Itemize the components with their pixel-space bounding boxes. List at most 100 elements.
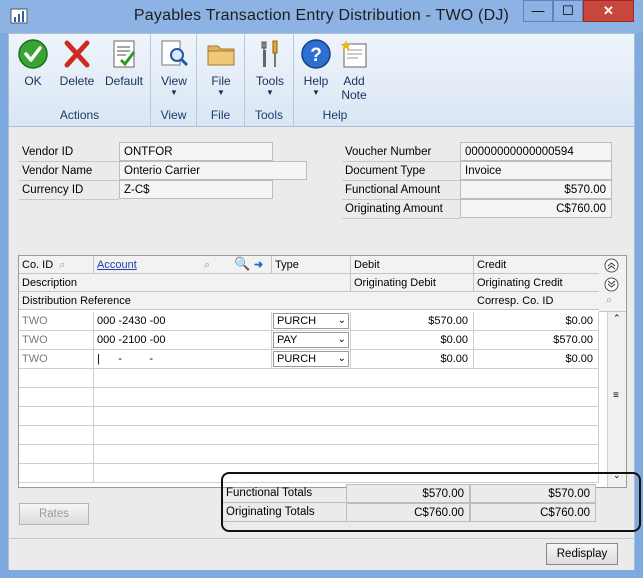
empty-row-cell[interactable] <box>94 388 599 407</box>
currency-id-field[interactable]: Z-C$ <box>119 180 273 199</box>
delete-label: Delete <box>59 74 95 88</box>
col-header-credit: Credit <box>474 256 599 274</box>
check-icon <box>18 39 48 69</box>
empty-row-cell[interactable] <box>19 464 94 483</box>
empty-row-cell[interactable] <box>94 426 599 445</box>
functional-amount-field: $570.00 <box>460 180 612 199</box>
voucher-number-label: Voucher Number <box>342 143 460 162</box>
view-dropdown-arrow-icon: ▼ <box>170 88 178 97</box>
ribbon-toolbar: OK Delete Default Actions View ▼ View Fi… <box>8 33 635 127</box>
row1-debit[interactable]: $570.00 <box>351 312 474 331</box>
file-button[interactable]: File ▼ <box>203 38 239 98</box>
col-header-orig-debit: Originating Debit <box>351 274 474 292</box>
currency-id-label: Currency ID <box>19 181 119 200</box>
row1-type-select[interactable]: PURCH ⌄ <box>272 312 351 331</box>
document-type-field[interactable]: Invoice <box>460 161 612 180</box>
empty-row-cell[interactable] <box>94 445 599 464</box>
row1-account[interactable]: 000 -2430 -00 <box>94 312 272 331</box>
empty-row-cell[interactable] <box>94 369 599 388</box>
col-header-corresp-co: Corresp. Co. ID <box>474 292 599 310</box>
rates-button[interactable]: Rates <box>19 503 89 525</box>
empty-row-cell[interactable] <box>94 407 599 426</box>
row2-type-select[interactable]: PAY ⌄ <box>272 331 351 350</box>
delete-x-icon <box>64 40 90 68</box>
redisplay-button[interactable]: Redisplay <box>546 543 618 565</box>
ribbon-group-label-actions: Actions <box>59 108 100 122</box>
functional-amount-label: Functional Amount <box>342 181 460 200</box>
row2-account[interactable]: 000 -2100 -00 <box>94 331 272 350</box>
help-label: Help <box>303 74 329 88</box>
scroll-up-icon[interactable]: ⌃ <box>613 313 621 324</box>
window-frame: Payables Transaction Entry Distribution … <box>0 0 643 578</box>
dropdown-arrow-icon: ⌄ <box>337 334 346 345</box>
delete-button[interactable]: Delete <box>57 38 97 88</box>
corresp-lookup-icon[interactable]: ⌕ <box>606 294 612 307</box>
help-button[interactable]: ? Help ▼ <box>299 38 333 98</box>
row3-account[interactable]: | - - <box>94 350 272 369</box>
vendor-id-label: Vendor ID <box>19 143 119 162</box>
account-expand-arrow-icon[interactable]: ➜ <box>254 256 263 274</box>
row3-credit[interactable]: $0.00 <box>474 350 599 369</box>
row3-type-select[interactable]: PURCH ⌄ <box>272 350 351 369</box>
minimize-button[interactable]: — <box>523 0 553 22</box>
col-header-type: Type <box>272 256 351 274</box>
close-button[interactable]: ✕ <box>583 0 634 22</box>
file-dropdown-arrow-icon: ▼ <box>217 88 225 97</box>
row2-debit[interactable]: $0.00 <box>351 331 474 350</box>
add-note-label: Add Note <box>341 74 367 102</box>
account-lookup-icon[interactable]: ⌕ <box>204 256 210 274</box>
document-type-label: Document Type <box>342 162 460 181</box>
row2-co-id[interactable]: TWO <box>19 331 94 350</box>
row1-co-id[interactable]: TWO <box>19 312 94 331</box>
row2-credit[interactable]: $570.00 <box>474 331 599 350</box>
default-label: Default <box>104 74 144 88</box>
view-label: View <box>161 74 187 88</box>
default-button[interactable]: Default <box>102 38 146 88</box>
help-dropdown-arrow-icon: ▼ <box>312 88 320 97</box>
vendor-name-field[interactable]: Onterio Carrier <box>119 161 307 180</box>
ribbon-group-label-tools: Tools <box>254 108 283 122</box>
tools-icon <box>261 40 278 67</box>
ok-button[interactable]: OK <box>15 38 51 88</box>
ribbon-group-label-view: View <box>160 108 187 122</box>
magnify-document-icon <box>161 40 189 67</box>
row3-co-id[interactable]: TWO <box>19 350 94 369</box>
scroll-thumb-icon[interactable]: ≡ <box>613 390 619 401</box>
ok-label: OK <box>24 74 42 88</box>
empty-row-cell[interactable] <box>19 426 94 445</box>
help-icon: ? <box>301 39 331 69</box>
title-bar: Payables Transaction Entry Distribution … <box>0 0 643 33</box>
tools-dropdown-arrow-icon: ▼ <box>266 88 274 97</box>
collapse-rows-icon[interactable] <box>604 258 619 273</box>
col-header-debit: Debit <box>351 256 474 274</box>
ribbon-group-tools: Tools ▼ Tools <box>245 34 294 126</box>
voucher-number-field[interactable]: 00000000000000594 <box>460 142 612 161</box>
divider <box>8 538 635 539</box>
row1-credit[interactable]: $0.00 <box>474 312 599 331</box>
expand-rows-icon[interactable] <box>604 277 619 292</box>
account-header-link[interactable]: Account <box>97 259 137 271</box>
empty-row-cell[interactable] <box>19 369 94 388</box>
grid-header-controls: ⌕ <box>599 256 626 312</box>
add-note-button[interactable]: Add Note <box>336 38 372 102</box>
totals-highlight-annotation <box>221 472 641 532</box>
lookup-icon[interactable]: ⌕ <box>59 259 65 271</box>
col-header-orig-credit: Originating Credit <box>474 274 599 292</box>
row3-type-value: PURCH <box>277 353 317 365</box>
grid-vertical-scrollbar[interactable]: ⌃ ≡ ⌄ <box>607 312 626 487</box>
empty-row-cell[interactable] <box>19 445 94 464</box>
view-button[interactable]: View ▼ <box>156 38 192 98</box>
co-id-header-label: Co. ID <box>22 259 54 271</box>
col-header-description: Description <box>19 274 351 292</box>
vendor-id-field[interactable]: ONTFOR <box>119 142 273 161</box>
empty-row-cell[interactable] <box>19 388 94 407</box>
tools-button[interactable]: Tools ▼ <box>251 38 289 98</box>
account-search-icon[interactable]: 🔍 <box>234 255 250 273</box>
row3-debit[interactable]: $0.00 <box>351 350 474 369</box>
col-header-co-id: Co. ID ⌕ <box>19 256 94 274</box>
maximize-button[interactable]: ☐ <box>553 0 583 22</box>
col-header-account: Account ⌕ 🔍 ➜ <box>94 256 272 274</box>
empty-row-cell[interactable] <box>19 407 94 426</box>
dropdown-arrow-icon: ⌄ <box>337 315 346 326</box>
document-check-icon <box>113 40 136 68</box>
